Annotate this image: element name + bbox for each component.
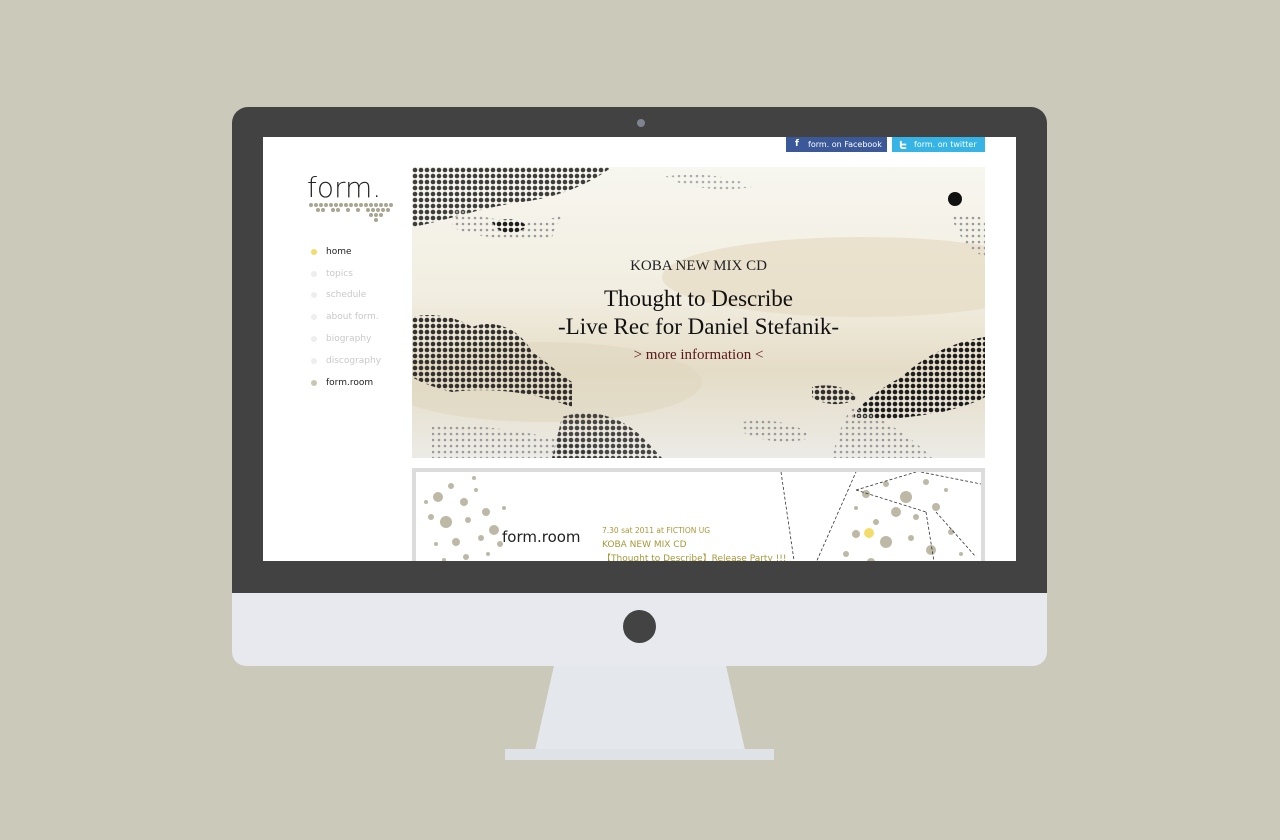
- twitter-link-label: form. on twitter: [914, 140, 977, 149]
- event-line-1: KOBA NEW MIX CD: [602, 540, 687, 550]
- monitor-stand-base: [505, 749, 774, 760]
- hero-slide[interactable]: KOBA NEW MIX CD Thought to Describe -Liv…: [412, 167, 985, 458]
- nav-bullet-icon: [311, 270, 317, 277]
- monitor-stand: [535, 666, 745, 750]
- nav-item-label: discography: [326, 355, 382, 366]
- facebook-icon: f: [795, 139, 799, 149]
- nav-item-topics[interactable]: topics: [311, 263, 381, 285]
- website-screen: f form. on Facebook form. on twitter for…: [263, 137, 1016, 561]
- form-room-logo: form.room: [502, 528, 581, 546]
- nav-item-discography[interactable]: discography: [311, 350, 381, 372]
- nav-item-label: biography: [326, 334, 372, 345]
- nav-item-about[interactable]: about form.: [311, 306, 381, 328]
- nav-item-label: form.room: [326, 377, 374, 388]
- nav-item-biography[interactable]: biography: [311, 328, 381, 350]
- slider-dot-icon[interactable]: [948, 192, 962, 206]
- nav-item-form-room[interactable]: form.room: [311, 372, 381, 394]
- site-logo[interactable]: form.: [307, 171, 397, 222]
- nav-bullet-icon: [311, 314, 317, 321]
- form-room-banner[interactable]: form.room 7.30 sat 2011 at FICTION UG KO…: [412, 468, 985, 561]
- main-nav: home topics schedule about form. biograp…: [311, 241, 381, 394]
- nav-bullet-icon: [311, 379, 317, 386]
- twitter-link[interactable]: form. on twitter: [892, 137, 985, 152]
- nav-item-label: topics: [326, 268, 353, 279]
- hero-title-line-1: Thought to Describe: [603, 286, 794, 311]
- logo-dots-icon: [309, 203, 393, 222]
- nav-item-label: schedule: [326, 290, 367, 301]
- event-line-2: 【Thought to Describe】Release Party !!!: [602, 554, 787, 561]
- logo-text: form.: [307, 171, 382, 204]
- nav-bullet-icon: [311, 357, 317, 364]
- more-information-link[interactable]: > more information <: [412, 347, 985, 364]
- camera-icon: [637, 119, 645, 127]
- facebook-link[interactable]: f form. on Facebook: [786, 137, 887, 152]
- nav-item-label: about form.: [326, 312, 379, 323]
- banner-inner: form.room 7.30 sat 2011 at FICTION UG KO…: [416, 472, 981, 561]
- nav-bullet-icon: [311, 336, 317, 343]
- hero-subtitle: KOBA NEW MIX CD: [630, 258, 767, 274]
- hero-title-line-2: -Live Rec for Daniel Stefanik-: [558, 314, 839, 339]
- nav-item-schedule[interactable]: schedule: [311, 285, 381, 307]
- nav-bullet-icon: [311, 292, 317, 299]
- nav-bullet-icon: [311, 248, 317, 255]
- twitter-icon: [896, 137, 910, 152]
- event-info: 7.30 sat 2011 at FICTION UG KOBA NEW MIX…: [602, 524, 786, 561]
- hero-title: Thought to Describe -Live Rec for Daniel…: [412, 285, 985, 341]
- monitor-logo-circle: [623, 610, 656, 643]
- nav-item-label: home: [326, 246, 352, 257]
- event-date: 7.30 sat 2011 at FICTION UG: [602, 526, 711, 535]
- nav-item-home[interactable]: home: [311, 241, 381, 263]
- facebook-link-label: form. on Facebook: [808, 140, 882, 149]
